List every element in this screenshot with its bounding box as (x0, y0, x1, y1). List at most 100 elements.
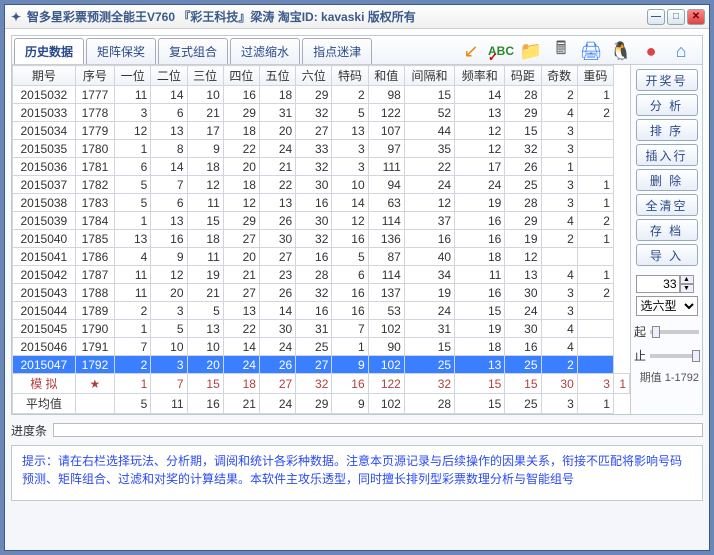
col-header[interactable]: 和值 (368, 66, 404, 86)
tab-1[interactable]: 矩阵保奖 (86, 38, 156, 64)
col-header[interactable]: 频率和 (455, 66, 505, 86)
side-button[interactable]: 删 除 (636, 169, 698, 191)
data-grid[interactable]: 期号序号一位二位三位四位五位六位特码和值间隔和频率和码距奇数重码20150321… (12, 65, 630, 414)
slider-thumb[interactable] (652, 326, 660, 338)
cell: 16 (223, 86, 259, 104)
cell: 136 (368, 230, 404, 248)
cell: 11 (115, 86, 151, 104)
cell: 1 (577, 266, 613, 284)
cell: 27 (223, 284, 259, 302)
col-header[interactable]: 码距 (505, 66, 541, 86)
slider-track[interactable] (650, 330, 699, 334)
cell: 28 (505, 86, 541, 104)
cell: 10 (151, 338, 187, 356)
side-button[interactable]: 排 序 (636, 119, 698, 141)
col-header[interactable]: 奇数 (541, 66, 577, 86)
table-row[interactable]: 2015044178923513141616532415243 (13, 302, 630, 320)
col-header[interactable]: 期号 (13, 66, 76, 86)
home-icon[interactable]: ⌂ (668, 38, 694, 64)
tab-4[interactable]: 指点迷津 (302, 38, 372, 64)
slider-track[interactable] (650, 354, 699, 358)
col-header[interactable]: 二位 (151, 66, 187, 86)
col-header[interactable]: 三位 (187, 66, 223, 86)
cell: 31 (259, 104, 295, 122)
mode-select[interactable]: 选六型 (636, 296, 698, 316)
cell: 94 (368, 176, 404, 194)
table-row[interactable]: 201503717825712182230109424242531 (13, 176, 630, 194)
printer-icon[interactable]: 🖨 (578, 38, 604, 64)
cell: 5 (151, 320, 187, 338)
minimize-button[interactable]: — (647, 9, 665, 25)
table-row[interactable]: 20150421787111219212328611434111341 (13, 266, 630, 284)
cell: 1 (332, 338, 368, 356)
cell: 14 (259, 302, 295, 320)
table-row[interactable]: 20150461791710101424251901518164 (13, 338, 630, 356)
maximize-button[interactable]: □ (667, 9, 685, 25)
col-header[interactable]: 六位 (296, 66, 332, 86)
slider-thumb[interactable] (692, 350, 700, 362)
cell: 1 (577, 176, 613, 194)
spin-down[interactable]: ▼ (680, 284, 694, 293)
cell: 13 (455, 356, 505, 374)
cell: 37 (404, 212, 454, 230)
side-button[interactable]: 插入行 (636, 144, 698, 166)
count-spinner[interactable]: ▲▼ (636, 275, 698, 293)
tab-3[interactable]: 过滤缩水 (230, 38, 300, 64)
col-header[interactable]: 特码 (332, 66, 368, 86)
cell: 7 (332, 320, 368, 338)
table-row[interactable]: 201503817835611121316146312192831 (13, 194, 630, 212)
table-row[interactable]: 201503617816141820213231112217261 (13, 158, 630, 176)
table-row[interactable]: 20150341779121317182027131074412153 (13, 122, 630, 140)
cell: 102 (368, 320, 404, 338)
side-button[interactable]: 全清空 (636, 194, 698, 216)
col-header[interactable]: 重码 (577, 66, 613, 86)
side-button[interactable]: 分 析 (636, 94, 698, 116)
table-row[interactable]: 201503517801892224333973512323 (13, 140, 630, 158)
table-row[interactable]: 平均值51116212429910228152531 (13, 394, 630, 414)
cell: 1783 (75, 194, 114, 212)
cell: 2 (577, 104, 613, 122)
calc-icon[interactable]: 🖩 (548, 38, 574, 64)
side-button[interactable]: 开奖号 (636, 69, 698, 91)
spin-up[interactable]: ▲ (680, 275, 694, 284)
cell: 32 (505, 140, 541, 158)
tab-2[interactable]: 复式组合 (158, 38, 228, 64)
table-row[interactable]: 201504317881120212726321613719163032 (13, 284, 630, 302)
col-header[interactable]: 序号 (75, 66, 114, 86)
cell: 31 (296, 320, 332, 338)
table-row[interactable]: 模 拟★1715182732161223215153031 (13, 374, 630, 394)
col-header[interactable]: 五位 (259, 66, 295, 86)
qq-icon[interactable]: 🐧 (608, 38, 634, 64)
cell: 1 (115, 140, 151, 158)
table-row[interactable]: 20150391784113152926301211437162942 (13, 212, 630, 230)
side-button[interactable]: 存 档 (636, 219, 698, 241)
side-button[interactable]: 导 入 (636, 244, 698, 266)
tab-0[interactable]: 历史数据 (14, 38, 84, 64)
table-row[interactable]: 201504017851316182730321613616161921 (13, 230, 630, 248)
table-row[interactable]: 201503317783621293132512252132942 (13, 104, 630, 122)
table-row[interactable]: 2015032177711141016182929815142821 (13, 86, 630, 104)
cell: 5 (332, 248, 368, 266)
arrow-icon[interactable]: ↙ (458, 38, 484, 64)
cell: 7 (151, 374, 187, 394)
col-header[interactable]: 四位 (223, 66, 259, 86)
col-header[interactable]: 间隔和 (404, 66, 454, 86)
cell: 12 (404, 194, 454, 212)
spinner-input[interactable] (636, 275, 680, 293)
table-row[interactable]: 20150471792232024262791022513252 (13, 356, 630, 374)
cell (577, 302, 613, 320)
table-row[interactable]: 201504117864911202716587401812 (13, 248, 630, 266)
cell: 1 (577, 194, 613, 212)
cell: 12 (455, 140, 505, 158)
ball-icon[interactable]: ● (638, 38, 664, 64)
cell: 7 (115, 338, 151, 356)
folder-icon[interactable]: 📁 (518, 38, 544, 64)
cell: 12 (115, 122, 151, 140)
abc-check-icon[interactable]: ABC✓ (488, 38, 514, 64)
cell: 1777 (75, 86, 114, 104)
col-header[interactable]: 一位 (115, 66, 151, 86)
cell: 20 (151, 284, 187, 302)
table-row[interactable]: 20150451790151322303171023119304 (13, 320, 630, 338)
cell: 2 (541, 356, 577, 374)
close-button[interactable]: ✕ (687, 9, 705, 25)
